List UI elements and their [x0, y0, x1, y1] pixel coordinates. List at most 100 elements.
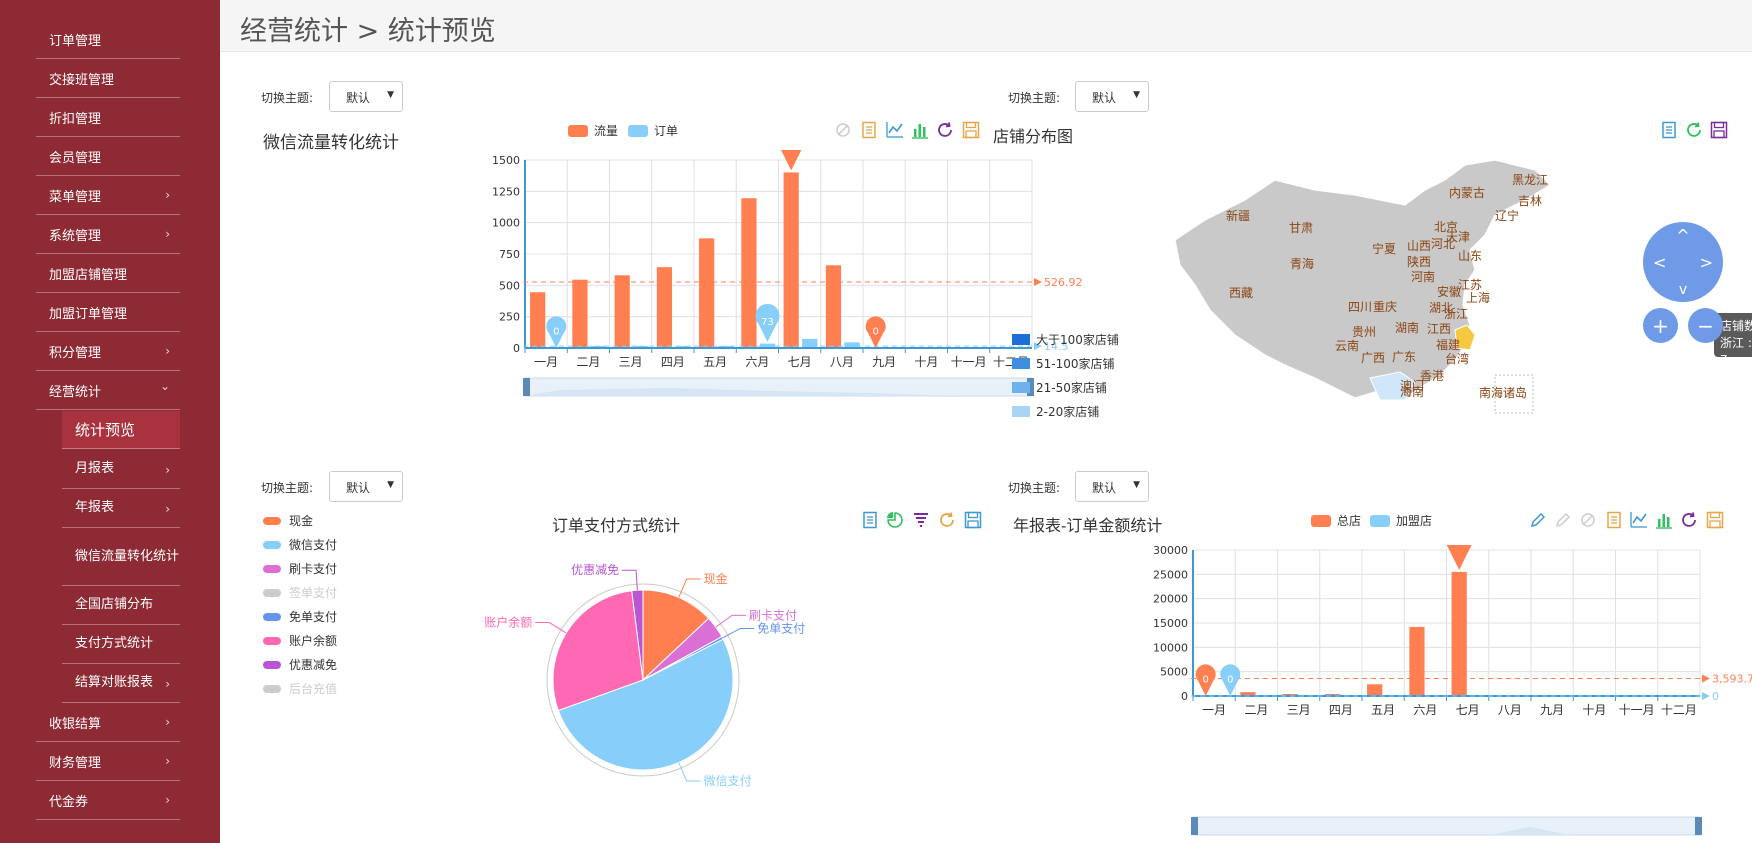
- x-tick-label: 十月: [1582, 703, 1606, 717]
- sidebar-item-members[interactable]: 会员管理: [36, 137, 180, 176]
- sidebar-subitem-payment-methods[interactable]: 支付方式统计: [62, 625, 180, 664]
- x-tick-label: 三月: [1287, 703, 1311, 717]
- sidebar-subitem-wechat-traffic[interactable]: 微信流量转化统计: [62, 528, 180, 586]
- bar-chart-icon[interactable]: [1655, 511, 1673, 529]
- province-label: 山西: [1407, 239, 1431, 253]
- x-tick-label: 七月: [1456, 703, 1480, 717]
- legend-item-head-store[interactable]: 总店: [1311, 512, 1361, 529]
- tooltip-value: 浙江 : 7: [1720, 336, 1752, 367]
- chevron-right-icon: ›: [165, 793, 170, 807]
- theme-select[interactable]: 默认 ▼: [329, 81, 403, 112]
- sidebar-subitem-annual[interactable]: 年报表 ›: [62, 489, 180, 528]
- pie-legend-item[interactable]: 账户余额: [263, 632, 337, 649]
- eraser-icon[interactable]: [834, 121, 852, 139]
- map-pan-control[interactable]: ^ v < >: [1643, 222, 1723, 302]
- x-tick-label: 六月: [1413, 703, 1437, 717]
- sidebar-subitem-settlement[interactable]: 结算对账报表 ›: [62, 664, 180, 703]
- pie-chart-icon[interactable]: [886, 511, 904, 529]
- map-legend-21-50[interactable]: 21-50家店铺: [1012, 379, 1107, 396]
- data-view-icon[interactable]: [1605, 511, 1623, 529]
- pie-legend-item[interactable]: 免单支付: [263, 608, 337, 625]
- bar-primary: [656, 267, 673, 348]
- save-image-icon[interactable]: [1710, 121, 1728, 139]
- legend-label: 流量: [594, 124, 619, 138]
- data-view-icon[interactable]: [861, 511, 879, 529]
- legend-swatch: [263, 684, 281, 693]
- save-image-icon[interactable]: [962, 121, 980, 139]
- bar-chart-icon[interactable]: [911, 121, 929, 139]
- data-view-icon[interactable]: [860, 121, 878, 139]
- x-tick-label: 四月: [661, 355, 685, 369]
- pan-up-icon[interactable]: ^: [1676, 226, 1689, 245]
- save-image-icon[interactable]: [964, 511, 982, 529]
- line-chart-icon[interactable]: [1630, 511, 1648, 529]
- sidebar-subitem-monthly[interactable]: 月报表 ›: [62, 450, 180, 489]
- sidebar-item-discount[interactable]: 折扣管理: [36, 98, 180, 137]
- theme-label: 切换主题:: [261, 481, 314, 495]
- line-chart-icon[interactable]: [886, 121, 904, 139]
- legend-item-orders[interactable]: 订单: [628, 122, 678, 139]
- china-map[interactable]: 黑龙江吉林内蒙古辽宁新疆甘肃 北京天津宁夏 山西 河北山东陕西青海河南江苏上海西藏 安徽…: [1165, 160, 1565, 450]
- pan-left-icon[interactable]: <: [1653, 253, 1666, 272]
- legend-swatch: [263, 516, 281, 525]
- sidebar-item-statistics[interactable]: 经营统计 ⌄: [36, 371, 180, 410]
- funnel-chart-icon[interactable]: [912, 511, 930, 529]
- sidebar-item-finance[interactable]: 财务管理 ›: [36, 742, 180, 781]
- sidebar-item-franchise-orders[interactable]: 加盟订单管理: [36, 293, 180, 332]
- map-legend-100plus[interactable]: 大于100家店铺: [1012, 331, 1119, 348]
- theme-select[interactable]: 默认 ▼: [1075, 81, 1149, 112]
- legend-label: 优惠减免: [289, 658, 338, 672]
- pie-legend-item[interactable]: 后台充值: [263, 680, 337, 697]
- refresh-icon[interactable]: [1680, 511, 1698, 529]
- chevron-right-icon: ›: [165, 677, 170, 691]
- legend-item-traffic[interactable]: 流量: [568, 122, 618, 139]
- x-tick-label: 十月: [914, 355, 938, 369]
- sidebar-item-orders[interactable]: 订单管理: [36, 20, 180, 59]
- sidebar-item-cashier[interactable]: 收银结算 ›: [36, 703, 180, 742]
- refresh-icon[interactable]: [938, 511, 956, 529]
- pie-chart-title: 订单支付方式统计: [552, 516, 681, 535]
- bar-primary: [614, 275, 630, 348]
- province-label: 台湾: [1445, 351, 1469, 366]
- sidebar-item-label: 菜单管理: [49, 189, 102, 205]
- edit-disabled-icon[interactable]: [1554, 511, 1572, 529]
- sidebar-subitem-overview[interactable]: 统计预览: [62, 411, 180, 449]
- eraser-icon[interactable]: [1579, 511, 1597, 529]
- pan-down-icon[interactable]: v: [1679, 282, 1687, 298]
- sidebar-item-points[interactable]: 积分管理 ›: [36, 332, 180, 371]
- theme-select[interactable]: 默认 ▼: [329, 471, 403, 502]
- pie-legend-item[interactable]: 优惠减免: [263, 656, 337, 673]
- sidebar-item-vouchers[interactable]: 代金券 ›: [36, 781, 180, 820]
- x-tick-label: 六月: [745, 355, 769, 369]
- sidebar-item-system[interactable]: 系统管理 ›: [36, 215, 180, 254]
- edit-icon[interactable]: [1529, 511, 1547, 529]
- legend-label: 现金: [289, 514, 314, 528]
- bar-primary: [783, 172, 799, 348]
- save-image-icon[interactable]: [1706, 511, 1724, 529]
- pie-legend-item[interactable]: 现金: [263, 512, 313, 529]
- data-view-icon[interactable]: [1660, 121, 1678, 139]
- province-label: 湖南: [1395, 320, 1419, 335]
- theme-select-value: 默认: [1092, 91, 1117, 105]
- sidebar-item-shift[interactable]: 交接班管理: [36, 59, 180, 98]
- theme-select[interactable]: 默认 ▼: [1075, 471, 1149, 502]
- pan-right-icon[interactable]: >: [1700, 253, 1713, 272]
- refresh-icon[interactable]: [1685, 121, 1703, 139]
- min-pin-label: 0: [1202, 675, 1208, 686]
- zoom-in-button[interactable]: +: [1643, 308, 1678, 343]
- sidebar-item-label: 全国店铺分布: [75, 597, 154, 612]
- map-legend-2-20[interactable]: 2-20家店铺: [1012, 403, 1099, 420]
- pie-legend-item[interactable]: 刷卡支付: [263, 560, 337, 577]
- legend-item-franchise[interactable]: 加盟店: [1370, 512, 1432, 529]
- bar-primary: [530, 292, 546, 348]
- map-legend-51-100[interactable]: 51-100家店铺: [1012, 355, 1115, 372]
- pie-legend-item[interactable]: 签单支付: [263, 584, 337, 601]
- y-tick-label: 0: [1181, 690, 1188, 703]
- zoom-out-button[interactable]: −: [1688, 308, 1723, 343]
- sidebar-item-menu[interactable]: 菜单管理 ›: [36, 176, 180, 215]
- refresh-icon[interactable]: [936, 121, 954, 139]
- sidebar-subitem-store-distribution[interactable]: 全国店铺分布: [62, 586, 180, 625]
- sidebar-item-franchise-stores[interactable]: 加盟店铺管理: [36, 254, 180, 293]
- x-tick-label: 十一月: [1619, 703, 1655, 717]
- pie-legend-item[interactable]: 微信支付: [263, 536, 337, 553]
